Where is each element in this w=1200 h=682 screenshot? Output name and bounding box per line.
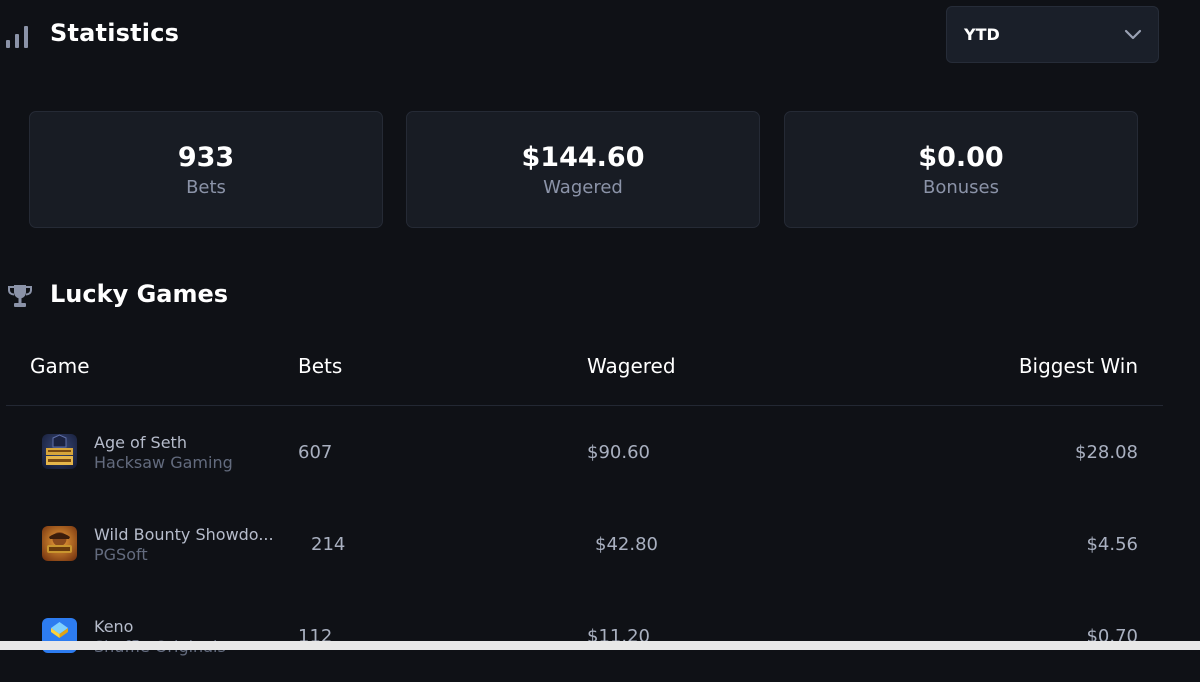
table-row[interactable]: Wild Bounty Showdo... PGSoft 214 $42.80 … xyxy=(0,498,1200,590)
trophy-icon xyxy=(8,285,32,307)
wagered-cell: $90.60 xyxy=(587,442,650,463)
table-row[interactable]: Keno Shuffle Originals 112 $11.20 $0.70 xyxy=(0,590,1200,682)
table-row[interactable]: Age of Seth Hacksaw Gaming 607 $90.60 $2… xyxy=(0,406,1200,498)
statistics-header: Statistics YTD xyxy=(0,0,1200,80)
period-select-value: YTD xyxy=(964,25,1000,44)
game-name[interactable]: Wild Bounty Showdo... xyxy=(94,525,274,544)
page-title: Statistics xyxy=(50,19,180,47)
biggest-win-cell: $4.56 xyxy=(1086,534,1138,555)
bets-cell: 607 xyxy=(298,442,333,463)
game-provider: PGSoft xyxy=(94,545,148,564)
bets-cell: 214 xyxy=(311,534,346,555)
bar-chart-icon xyxy=(6,26,28,48)
column-header-bets: Bets xyxy=(298,354,343,378)
stat-value: $144.60 xyxy=(521,142,645,173)
stat-card-bonuses: $0.00 Bonuses xyxy=(784,111,1138,228)
chevron-down-icon xyxy=(1124,29,1142,40)
stat-value: $0.00 xyxy=(918,142,1004,173)
stat-value: 933 xyxy=(177,142,235,173)
column-header-biggest-win: Biggest Win xyxy=(1018,354,1138,378)
game-thumbnail[interactable] xyxy=(42,434,77,469)
window-bottom-edge xyxy=(0,641,1200,650)
game-provider: Hacksaw Gaming xyxy=(94,453,233,472)
game-name[interactable]: Keno xyxy=(94,617,133,636)
column-header-wagered: Wagered xyxy=(587,354,676,378)
column-header-game: Game xyxy=(30,354,90,378)
stat-label: Wagered xyxy=(543,177,623,198)
stat-card-wagered: $144.60 Wagered xyxy=(406,111,760,228)
section-title: Lucky Games xyxy=(50,280,229,308)
stat-label: Bets xyxy=(186,177,226,198)
stat-card-bets: 933 Bets xyxy=(29,111,383,228)
game-thumbnail[interactable] xyxy=(42,526,77,561)
stat-label: Bonuses xyxy=(922,177,999,198)
biggest-win-cell: $28.08 xyxy=(1075,442,1138,463)
period-select[interactable]: YTD xyxy=(946,6,1159,63)
game-name[interactable]: Age of Seth xyxy=(94,433,187,452)
wagered-cell: $42.80 xyxy=(595,534,658,555)
